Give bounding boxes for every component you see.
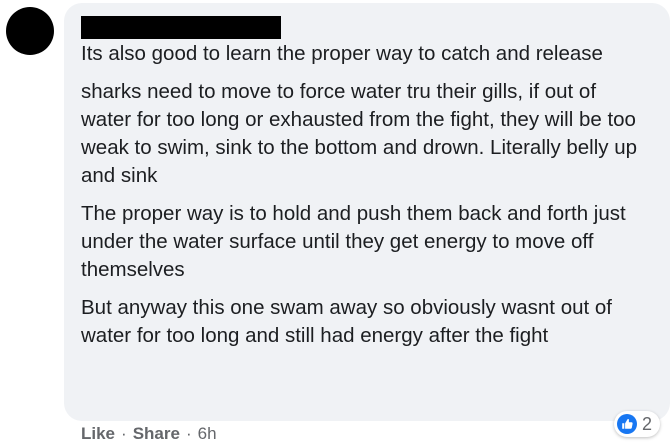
author-name-redacted[interactable]	[81, 16, 281, 39]
comment-paragraph: Its also good to learn the proper way to…	[81, 42, 603, 65]
avatar[interactable]	[6, 7, 54, 55]
reaction-count: 2	[642, 413, 653, 434]
share-button[interactable]: Share	[133, 423, 180, 445]
comment-body: Its also good to learn the proper way to…	[81, 40, 651, 350]
comment: Its also good to learn the proper way to…	[0, 0, 672, 446]
thumbs-up-icon	[617, 414, 637, 434]
comment-bubble: Its also good to learn the proper way to…	[64, 3, 670, 421]
comment-actions: Like · Share · 6h	[81, 423, 217, 445]
like-button[interactable]: Like	[81, 423, 115, 445]
separator-dot: ·	[121, 424, 127, 443]
timestamp[interactable]: 6h	[198, 423, 217, 445]
comment-paragraph: The proper way is to hold and push them …	[81, 202, 626, 281]
reaction-summary[interactable]: 2	[614, 411, 661, 437]
comment-paragraph: sharks need to move to force water tru t…	[81, 80, 638, 187]
separator-dot: ·	[185, 424, 192, 443]
comment-paragraph: But anyway this one swam away so obvious…	[81, 296, 612, 347]
